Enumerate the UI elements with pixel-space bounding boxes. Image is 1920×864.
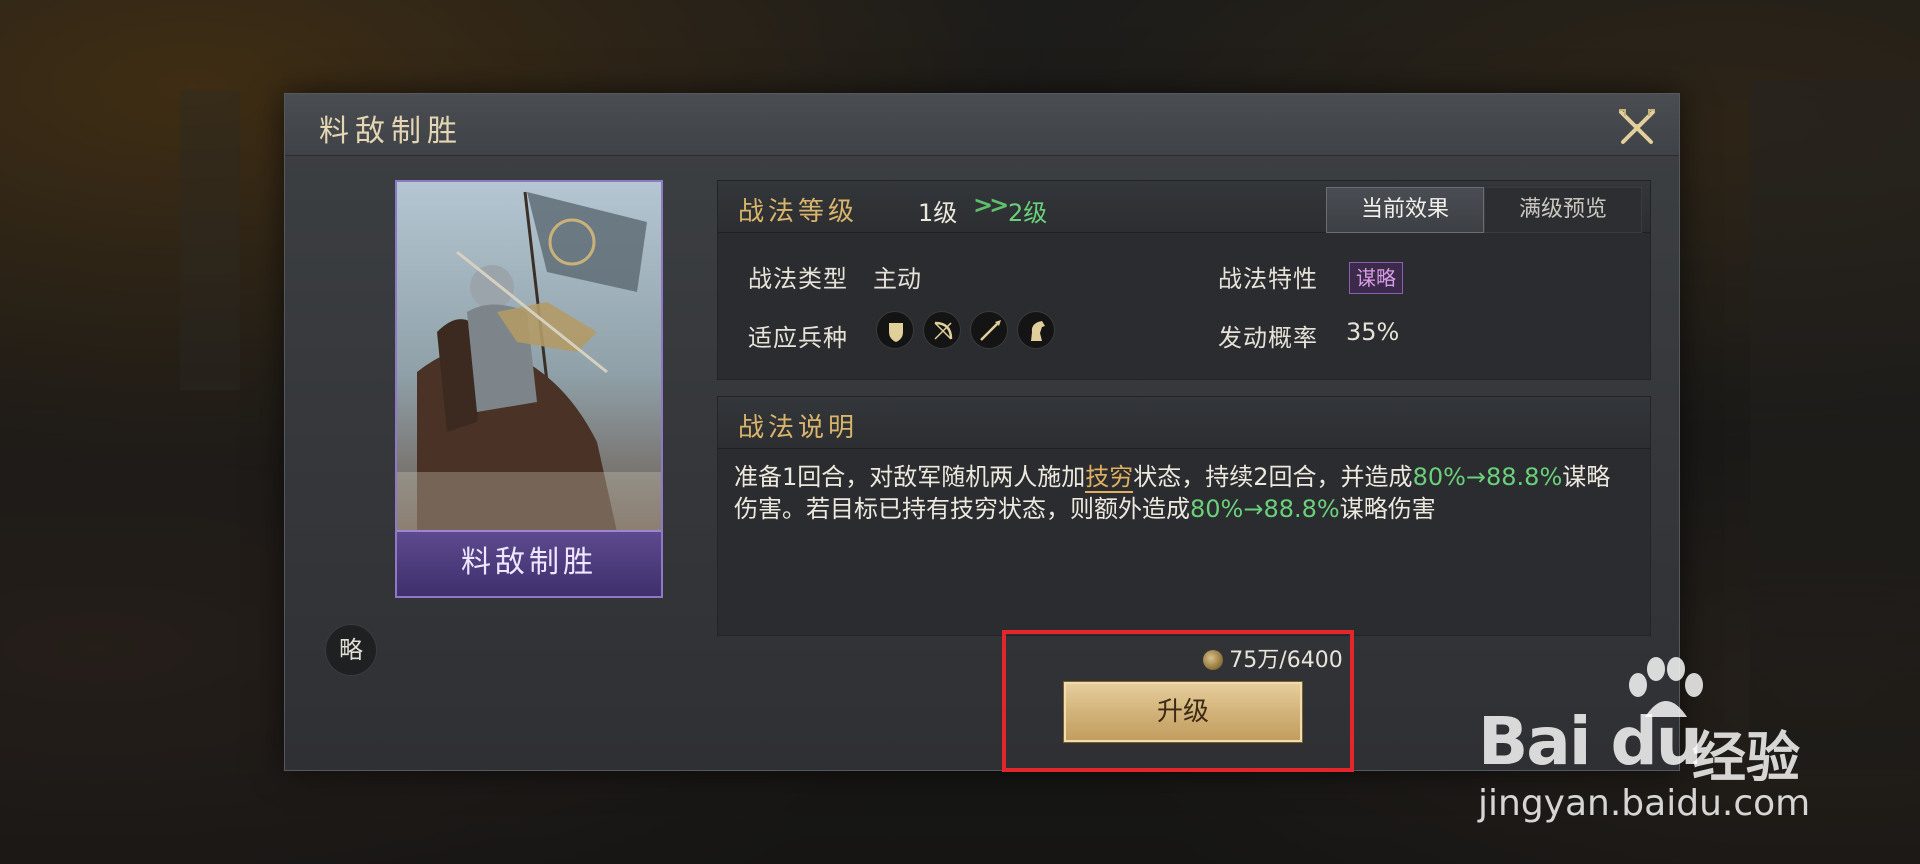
tactic-description-panel: 战法说明 准备1回合，对敌军随机两人施加技穷状态，持续2回合，并造成80%→88… xyxy=(717,396,1651,636)
tactic-type-label: 战法类型 xyxy=(748,265,848,293)
bow-icon xyxy=(923,311,961,349)
level-label: 战法等级 xyxy=(738,197,859,227)
tactic-info-panel: 战法等级 1级 >> 2级 当前效果 满级预览 战法类型 主动 战法特性 谋略 … xyxy=(717,180,1651,380)
tab-current-effect[interactable]: 当前效果 xyxy=(1326,187,1484,233)
level-arrow-icon: >> xyxy=(973,191,1009,219)
tab-max-level-preview[interactable]: 满级预览 xyxy=(1484,187,1642,233)
tactic-type-value: 主动 xyxy=(873,265,921,293)
watermark-brand: Bai du xyxy=(1478,703,1703,780)
description-part: 状态，持续2回合，并造成 xyxy=(1133,463,1413,491)
baidu-jingyan-watermark: Bai du 经验 jingyan.baidu.com xyxy=(1470,655,1850,855)
watermark-url: jingyan.baidu.com xyxy=(1478,783,1811,824)
tactic-trait-badge: 谋略 xyxy=(1349,262,1403,294)
tactic-trait-label: 战法特性 xyxy=(1218,265,1318,293)
description-part: 谋略伤害 xyxy=(1339,495,1436,523)
close-swords-icon xyxy=(1619,109,1655,144)
description-part: 准备1回合，对敌军随机两人施加 xyxy=(734,463,1086,491)
close-button[interactable] xyxy=(1615,104,1659,148)
highlight-annotation-box xyxy=(1002,630,1354,772)
level-current: 1级 xyxy=(918,199,958,227)
spear-icon xyxy=(970,311,1008,349)
description-title: 战法说明 xyxy=(738,413,859,443)
shield-icon xyxy=(876,311,914,349)
status-keyword-link[interactable]: 技穷 xyxy=(1085,463,1134,493)
unit-types-label: 适应兵种 xyxy=(748,324,848,352)
tactic-type-badge: 略 xyxy=(325,624,377,676)
description-header: 战法说明 xyxy=(718,397,1650,449)
horse-icon xyxy=(1017,311,1055,349)
level-next: 2级 xyxy=(1008,199,1048,227)
damage-value: 80%→88.8% xyxy=(1412,463,1563,491)
general-portrait-image xyxy=(397,182,661,532)
dialog-title: 料敌制胜 xyxy=(319,114,463,149)
watermark-product: 经验 xyxy=(1692,726,1800,789)
level-header: 战法等级 1级 >> 2级 当前效果 满级预览 xyxy=(718,181,1650,233)
description-text: 准备1回合，对敌军随机两人施加技穷状态，持续2回合，并造成80%→88.8%谋略… xyxy=(734,461,1634,525)
tactic-card-name: 料敌制胜 xyxy=(397,530,661,596)
tactic-card: 料敌制胜 xyxy=(395,180,663,598)
dialog-header: 料敌制胜 xyxy=(285,94,1679,156)
damage-value: 80%→88.8% xyxy=(1190,495,1340,523)
trigger-rate-label: 发动概率 xyxy=(1218,324,1318,352)
trigger-rate-value: 35% xyxy=(1346,318,1400,346)
